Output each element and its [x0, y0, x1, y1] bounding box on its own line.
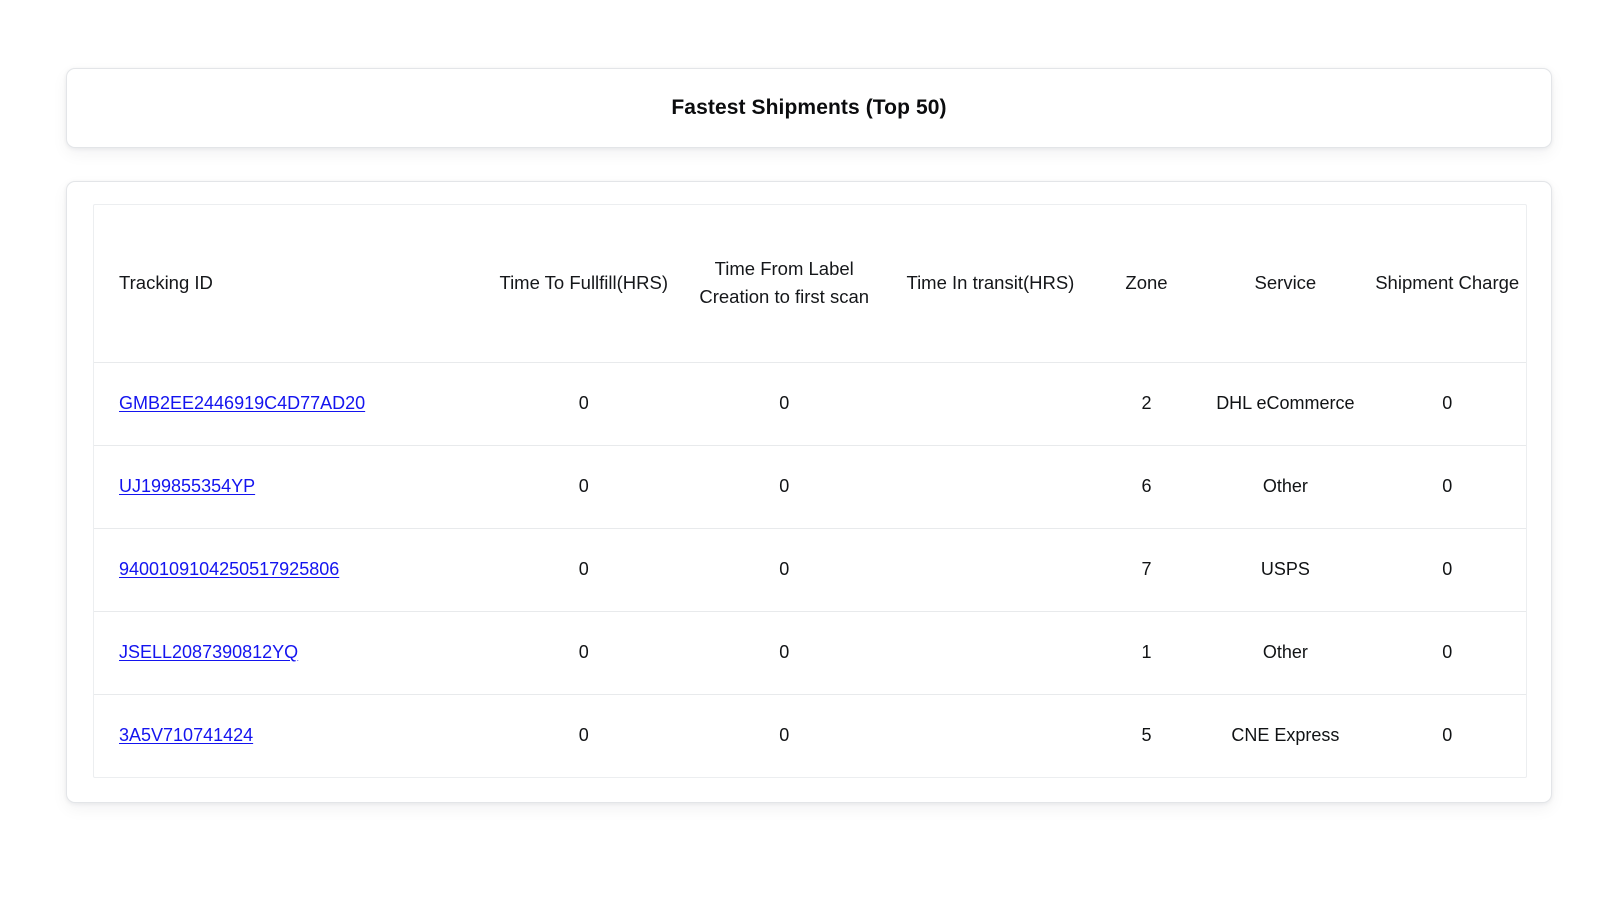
cell-service: Other [1202, 611, 1369, 695]
cell-zone: 1 [1090, 611, 1203, 695]
table-scroll-container[interactable]: Tracking ID Time To Fullfill(HRS) Time F… [93, 204, 1527, 778]
cell-zone: 5 [1141, 725, 1152, 746]
cell-tracking-id: JSELL2087390812YQ [94, 611, 490, 695]
table-row: 3A5V710741424 0 0 5 CNE Express 0 [94, 694, 1526, 777]
cell-time-in-transit [890, 694, 1090, 777]
cell-shipment-charge: 0 [1442, 725, 1453, 746]
cell-time-to-fulfill: 0 [489, 611, 679, 695]
cell-tracking-id: UJ199855354YP [94, 445, 490, 529]
column-header-time-from-label-creation[interactable]: Time From Label Creation to first scan [678, 205, 891, 363]
cell-time-in-transit [890, 362, 1091, 446]
table-header-row: Tracking ID Time To Fullfill(HRS) Time F… [94, 205, 1526, 363]
tracking-id-link[interactable]: GMB2EE2446919C4D77AD20 [119, 393, 365, 413]
tracking-id-link[interactable]: 3A5V710741424 [119, 725, 253, 745]
cell-time-to-fulfill: 0 [489, 362, 679, 446]
cell-time-from-label-creation: 0 [678, 611, 891, 695]
column-header-service[interactable]: Service [1202, 205, 1369, 363]
column-header-tracking-id[interactable]: Tracking ID [94, 205, 490, 363]
shipments-table-card: Tracking ID Time To Fullfill(HRS) Time F… [66, 181, 1552, 803]
page-title: Fastest Shipments (Top 50) [671, 96, 947, 119]
cell-time-in-transit [890, 528, 1091, 612]
cell-service: Other [1202, 445, 1369, 529]
table-row: JSELL2087390812YQ 0 0 1 Other 0 [94, 611, 1526, 695]
cell-tracking-id: 3A5V710741424 [94, 694, 489, 777]
cell-tracking-id: 9400109104250517925806 [94, 528, 490, 612]
table-header: Tracking ID Time To Fullfill(HRS) Time F… [94, 205, 1526, 363]
cell-time-from-label-creation: 0 [678, 445, 891, 529]
cell-shipment-charge: 0 [1368, 528, 1526, 612]
cell-time-in-transit [890, 445, 1091, 529]
cell-tracking-id: GMB2EE2446919C4D77AD20 [94, 362, 490, 446]
cell-zone: 7 [1090, 528, 1203, 612]
cell-shipment-charge: 0 [1368, 445, 1526, 529]
page-root: Fastest Shipments (Top 50) Tracking ID T… [0, 0, 1600, 900]
cell-service: DHL eCommerce [1202, 362, 1369, 446]
table-row: 9400109104250517925806 0 0 7 USPS 0 [94, 528, 1526, 612]
column-header-time-to-fulfill[interactable]: Time To Fullfill(HRS) [489, 205, 679, 363]
cell-time-to-fulfill: 0 [489, 445, 679, 529]
report-title-card: Fastest Shipments (Top 50) [66, 68, 1552, 148]
tracking-id-link[interactable]: UJ199855354YP [119, 476, 255, 496]
table-row: GMB2EE2446919C4D77AD20 0 0 2 DHL eCommer… [94, 362, 1526, 446]
cell-time-from-label-creation: 0 [779, 725, 790, 746]
cell-service: CNE Express [1231, 725, 1340, 746]
cell-shipment-charge: 0 [1368, 611, 1526, 695]
cell-time-in-transit [890, 611, 1091, 695]
cell-time-to-fulfill: 0 [578, 725, 589, 746]
column-header-shipment-charge[interactable]: Shipment Charge [1368, 205, 1526, 363]
cell-shipment-charge: 0 [1368, 362, 1526, 446]
cell-time-from-label-creation: 0 [678, 362, 891, 446]
cell-service: USPS [1202, 528, 1369, 612]
column-header-zone[interactable]: Zone [1090, 205, 1203, 363]
table-row: UJ199855354YP 0 0 6 Other 0 [94, 445, 1526, 529]
tracking-id-link[interactable]: 9400109104250517925806 [119, 559, 339, 579]
column-header-time-in-transit[interactable]: Time In transit(HRS) [890, 205, 1091, 363]
cell-zone: 6 [1090, 445, 1203, 529]
tracking-id-link[interactable]: JSELL2087390812YQ [119, 642, 298, 662]
table-body: GMB2EE2446919C4D77AD20 0 0 2 DHL eCommer… [94, 362, 1526, 777]
shipments-table: Tracking ID Time To Fullfill(HRS) Time F… [94, 205, 1526, 777]
cell-time-to-fulfill: 0 [489, 528, 679, 612]
cell-zone: 2 [1090, 362, 1203, 446]
cell-time-from-label-creation: 0 [678, 528, 891, 612]
